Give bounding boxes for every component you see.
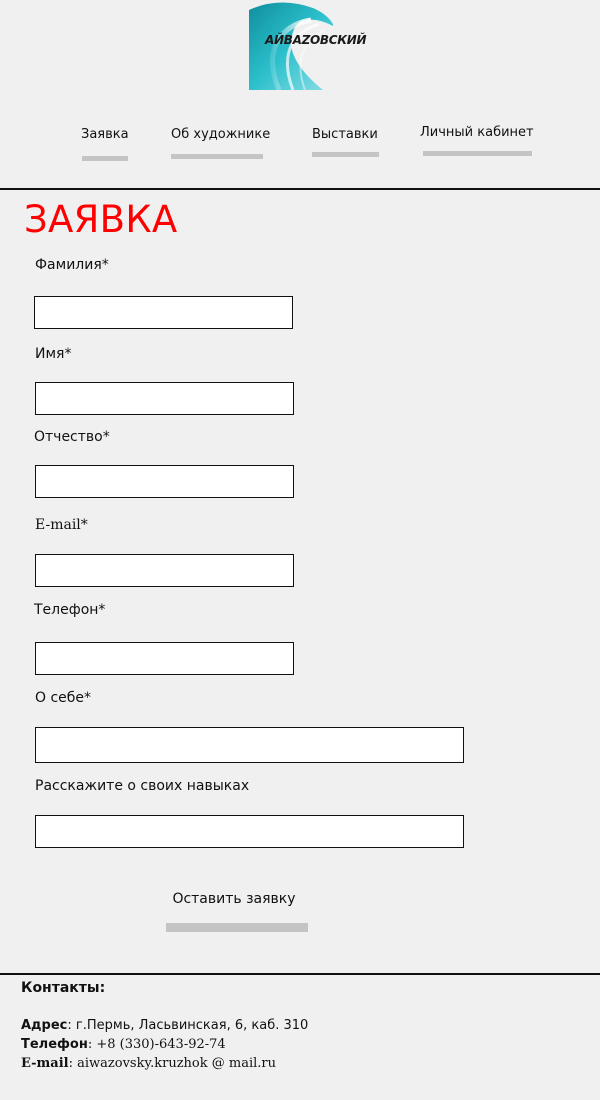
submit-button-underline bbox=[166, 923, 308, 932]
header-divider bbox=[0, 188, 600, 190]
logo: АЙВAZОВСКИЙ bbox=[249, 2, 367, 90]
submit-application-button[interactable]: Оставить заявку bbox=[166, 888, 308, 932]
submit-button-label: Оставить заявку bbox=[172, 891, 296, 907]
logo-text: АЙВAZОВСКИЙ bbox=[265, 33, 367, 47]
page-title: ЗАЯВКА bbox=[24, 198, 178, 241]
nav-item-application[interactable]: Заявка bbox=[81, 127, 129, 142]
nav-underline-application bbox=[82, 156, 128, 161]
footer-email: E-mail: aiwazovsky.kruzhok @ mail.ru bbox=[21, 1056, 276, 1071]
address-value: : г.Пермь, Ласьвинская, 6, каб. 310 bbox=[67, 1018, 309, 1033]
surname-label: Фамилия* bbox=[35, 257, 109, 273]
nav-underline-personal-account bbox=[423, 151, 532, 156]
skills-input[interactable] bbox=[35, 815, 464, 848]
first-name-label: Имя* bbox=[35, 346, 72, 362]
email-value: : aiwazovsky.kruzhok @ mail.ru bbox=[68, 1056, 276, 1071]
phone-label: Телефон* bbox=[34, 602, 106, 618]
footer-address: Адрес: г.Пермь, Ласьвинская, 6, каб. 310 bbox=[21, 1018, 308, 1033]
phone-key: Телефон bbox=[21, 1037, 88, 1052]
email-label: E-mail* bbox=[35, 517, 88, 533]
email-input[interactable] bbox=[35, 554, 294, 587]
first-name-input[interactable] bbox=[35, 382, 294, 415]
footer-divider bbox=[0, 973, 600, 975]
address-key: Адрес bbox=[21, 1018, 68, 1033]
about-label: О себе* bbox=[35, 690, 92, 706]
nav-item-about-artist[interactable]: Об художнике bbox=[171, 127, 270, 142]
phone-input[interactable] bbox=[35, 642, 294, 675]
about-input[interactable] bbox=[35, 727, 464, 763]
nav-underline-about-artist bbox=[171, 154, 263, 159]
nav-item-exhibitions[interactable]: Выставки bbox=[312, 127, 378, 142]
email-key: E-mail bbox=[21, 1056, 69, 1071]
skills-label: Расскажите о своих навыках bbox=[35, 778, 250, 794]
nav-underline-exhibitions bbox=[312, 152, 379, 157]
patronymic-label: Отчество* bbox=[34, 429, 110, 445]
patronymic-input[interactable] bbox=[35, 465, 294, 498]
phone-value: : +8 (330)-643-92-74 bbox=[87, 1037, 226, 1052]
surname-input[interactable] bbox=[34, 296, 293, 329]
nav-item-personal-account[interactable]: Личный кабинет bbox=[420, 125, 534, 140]
contacts-heading: Контакты: bbox=[21, 980, 106, 996]
footer-phone: Телефон: +8 (330)-643-92-74 bbox=[21, 1037, 226, 1052]
